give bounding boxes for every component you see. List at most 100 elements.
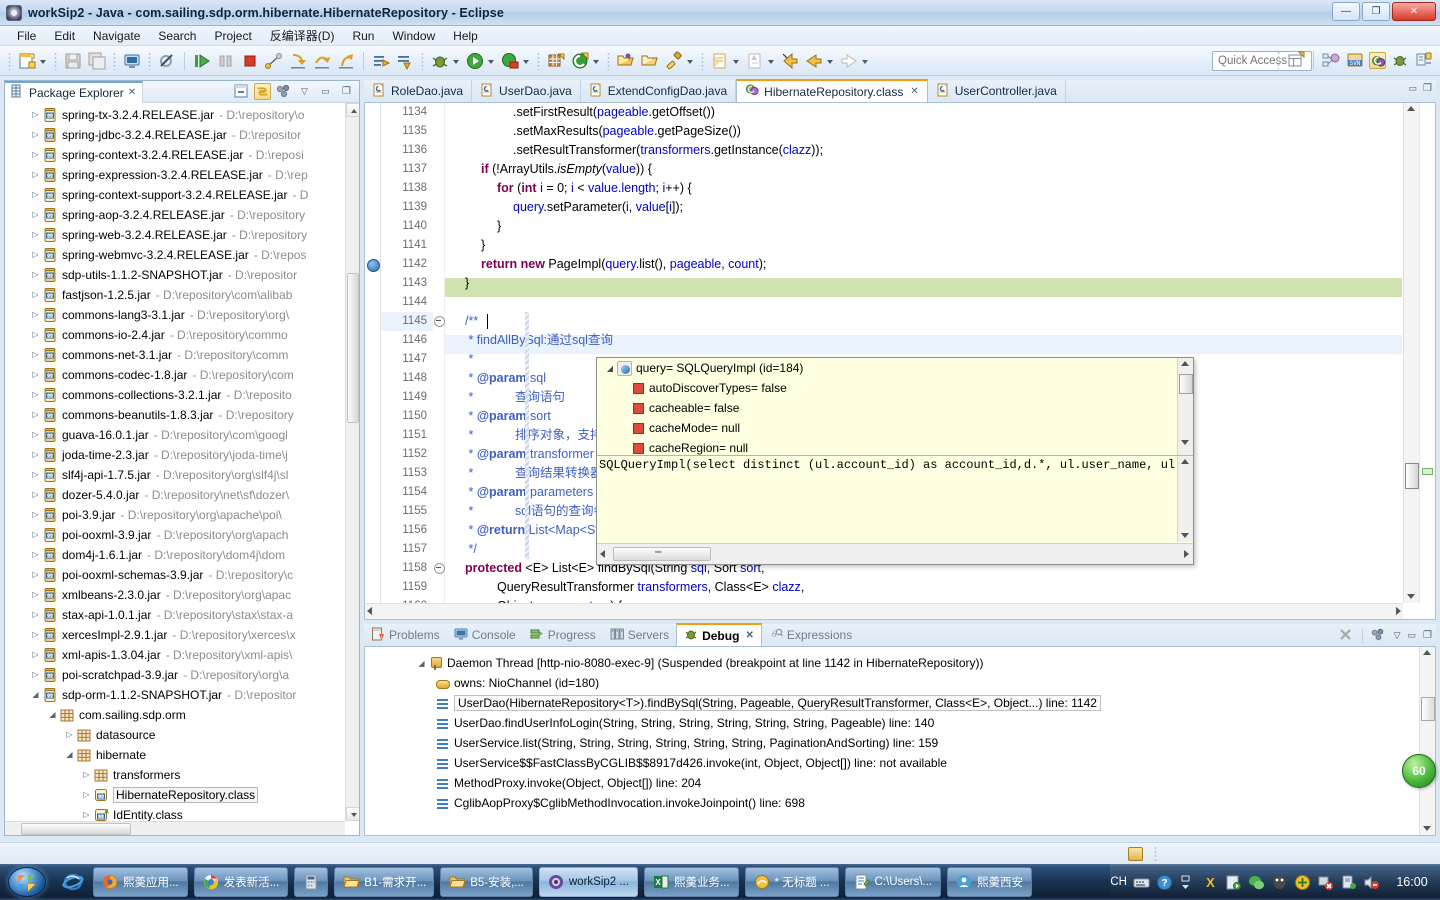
editor-marker-bar[interactable]: [365, 103, 381, 619]
package-explorer-item[interactable]: ▷ 010 spring-web-3.2.4.RELEASE.jar - D:\rep…: [5, 225, 345, 245]
debug-scroll-down-icon[interactable]: [1423, 826, 1431, 831]
maximize-icon[interactable]: ❐: [338, 83, 355, 100]
team-sync-perspective-icon[interactable]: [1414, 50, 1434, 70]
overview-marker-breakpoint[interactable]: [1422, 468, 1433, 475]
menu-search[interactable]: Search: [149, 27, 205, 45]
step-over-icon[interactable]: [312, 51, 332, 71]
package-explorer-item[interactable]: ▷ 010 xercesImpl-2.9.1.jar - D:\repository\…: [5, 625, 345, 645]
package-explorer-item[interactable]: ▷ 010 spring-aop-3.2.4.RELEASE.jar - D:\rep…: [5, 205, 345, 225]
tree-collapsed-twisty-icon[interactable]: ▷: [29, 445, 42, 465]
package-explorer-item[interactable]: ▷ 010 xml-apis-1.3.04.jar - D:\repository\x…: [5, 645, 345, 665]
editor-folding-ruler[interactable]: [433, 103, 445, 619]
editor-minimize-icon[interactable]: ▭: [1409, 83, 1418, 94]
package-explorer-item[interactable]: ▷ 010 joda-time-2.3.jar - D:\repository\jod…: [5, 445, 345, 465]
coverage-dropdown-arrow[interactable]: [522, 51, 531, 71]
taskbar-item[interactable]: * 无标题 ...: [744, 867, 839, 897]
bottom-view-tab[interactable]: Progress: [523, 624, 603, 646]
package-explorer-item[interactable]: ▷ 010 commons-beanutils-1.8.3.jar - D:\repo…: [5, 405, 345, 425]
fold-collapse-icon[interactable]: [433, 559, 445, 578]
new-java-class-icon[interactable]: [570, 51, 590, 71]
tree-collapsed-twisty-icon[interactable]: ▷: [29, 665, 42, 685]
package-explorer-item[interactable]: ▷ 010 commons-collections-3.2.1.jar - D:\re…: [5, 385, 345, 405]
debug-stack-row[interactable]: ◢ Daemon Thread [http-nio-8080-exec-9] (S…: [365, 653, 1419, 673]
package-explorer-item[interactable]: ▷ 010 xmlbeans-2.3.0.jar - D:\repository\or…: [5, 585, 345, 605]
debug-perspective-icon[interactable]: [1390, 50, 1410, 70]
package-explorer-item[interactable]: ▷ 010 poi-scratchpad-3.9.jar - D:\repositor…: [5, 665, 345, 685]
tree-collapsed-twisty-icon[interactable]: ▷: [29, 225, 42, 245]
package-explorer-item[interactable]: ▷ 010 slf4j-api-1.7.5.jar - D:\repository\o…: [5, 465, 345, 485]
tree-collapsed-twisty-icon[interactable]: ▷: [29, 105, 42, 125]
taskbar-item[interactable]: 发表新活...: [193, 867, 289, 897]
editor-code-line[interactable]: if (!ArrayUtils.isEmpty(value)) {: [445, 160, 652, 179]
new-java-package-icon[interactable]: [546, 51, 566, 71]
package-explorer-item[interactable]: ▷ 010 HibernateRepository.class: [5, 785, 345, 805]
editor-tab[interactable]: RoleDao.java: [364, 80, 473, 102]
step-return-icon[interactable]: [336, 51, 356, 71]
editor-vscrollbar[interactable]: [1403, 103, 1419, 603]
menu-file[interactable]: File: [8, 27, 45, 45]
editor-tab[interactable]: UserDao.java: [472, 80, 581, 102]
package-explorer-item[interactable]: ▷ 010 commons-net-3.1.jar - D:\repository\c…: [5, 345, 345, 365]
package-explorer-item[interactable]: ▷ 010 fastjson-1.2.5.jar - D:\repository\co…: [5, 285, 345, 305]
package-explorer-item[interactable]: ▷ 010 spring-jdbc-3.2.4.RELEASE.jar - D:\re…: [5, 125, 345, 145]
debug-icon[interactable]: [430, 51, 450, 71]
tree-collapsed-twisty-icon[interactable]: ▷: [29, 605, 42, 625]
taskbar-clock[interactable]: 16:00: [1392, 875, 1432, 889]
package-explorer-item[interactable]: ▷ 010 commons-io-2.4.jar - D:\repository\co…: [5, 325, 345, 345]
next-annotation-icon[interactable]: [710, 51, 730, 71]
debug-stack-row[interactable]: MethodProxy.invoke(Object, Object[]) lin…: [365, 773, 1419, 793]
disconnect-icon[interactable]: [264, 51, 284, 71]
editor-code-line[interactable]: */: [445, 540, 476, 559]
svn-perspective-icon[interactable]: SVN: [1345, 50, 1365, 70]
popup-detail-scrollbar[interactable]: [1177, 456, 1193, 542]
tree-collapsed-twisty-icon[interactable]: ▷: [29, 305, 42, 325]
bottom-view-tab[interactable]: Servers: [603, 624, 676, 646]
bottom-view-minimize-icon[interactable]: ▭: [1408, 630, 1417, 641]
popup-scroll-right-icon[interactable]: [1184, 550, 1189, 558]
editor-maximize-icon[interactable]: ❐: [1423, 83, 1432, 94]
popup-variable-row[interactable]: cacheMode= null: [597, 418, 1193, 438]
debug-stack-row[interactable]: UserService.list(String, String, String,…: [365, 733, 1419, 753]
removable-media-icon[interactable]: [1340, 874, 1357, 891]
toolbar-drag-handle[interactable]: [8, 51, 11, 70]
search-icon[interactable]: [664, 50, 684, 71]
bottom-view-tab[interactable]: Console: [447, 624, 523, 646]
volume-muted-icon[interactable]: [1363, 874, 1380, 891]
menu-project[interactable]: Project: [205, 27, 260, 45]
package-explorer-hscrollbar[interactable]: [5, 821, 345, 835]
tree-collapsed-twisty-icon[interactable]: ▷: [29, 505, 42, 525]
editor-code-line[interactable]: * @param sql: [445, 369, 546, 388]
debug-stack-row[interactable]: CglibAopProxy$CglibMethodInvocation.invo…: [365, 793, 1419, 813]
taskbar-item[interactable]: 熙羮西安: [947, 867, 1033, 897]
close-button[interactable]: ✕: [1392, 2, 1436, 21]
terminate-icon[interactable]: [240, 51, 260, 71]
popup-variable-row[interactable]: autoDiscoverTypes= false: [597, 378, 1193, 398]
tree-collapsed-twisty-icon[interactable]: ▷: [29, 465, 42, 485]
editor-hscrollbar[interactable]: [365, 603, 1403, 619]
taskbar-item[interactable]: C:\Users\...: [844, 867, 942, 897]
tree-collapsed-twisty-icon[interactable]: ▷: [29, 545, 42, 565]
package-explorer-tab[interactable]: Package Explorer ✕: [5, 80, 144, 103]
link-with-editor-icon[interactable]: [254, 83, 271, 100]
popup-scroll-down-icon[interactable]: [1181, 440, 1189, 445]
debug-stack-list[interactable]: ◢ Daemon Thread [http-nio-8080-exec-9] (S…: [365, 653, 1419, 813]
debug-vscrollbar[interactable]: [1419, 647, 1435, 835]
editor-code-line[interactable]: * sql语句的查询参数: [445, 502, 618, 521]
debug-stack-row[interactable]: UserDao.findUserInfoLogin(String, String…: [365, 713, 1419, 733]
xunlei-icon[interactable]: X: [1202, 874, 1219, 891]
tree-collapsed-twisty-icon[interactable]: ▷: [29, 385, 42, 405]
package-explorer-item[interactable]: ▷ 010 dozer-5.4.0.jar - D:\repository\net\s…: [5, 485, 345, 505]
tree-collapsed-twisty-icon[interactable]: ▷: [29, 485, 42, 505]
tree-collapsed-twisty-icon[interactable]: ▷: [29, 425, 42, 445]
forward-icon[interactable]: [839, 51, 859, 71]
editor-scroll-left-icon[interactable]: [367, 607, 372, 615]
security-icon[interactable]: [1294, 874, 1311, 891]
forward-dropdown-arrow[interactable]: [861, 51, 870, 71]
editor-code-line[interactable]: }: [445, 217, 501, 236]
status-bar-drag-handle[interactable]: [1154, 845, 1157, 862]
debug-dropdown-arrow[interactable]: [452, 51, 461, 71]
save-icon[interactable]: [63, 51, 83, 71]
package-explorer-item[interactable]: ▷ 010 sdp-utils-1.1.2-SNAPSHOT.jar - D:\rep…: [5, 265, 345, 285]
run-to-line-icon[interactable]: [371, 51, 391, 71]
tree-collapsed-twisty-icon[interactable]: ▷: [29, 325, 42, 345]
